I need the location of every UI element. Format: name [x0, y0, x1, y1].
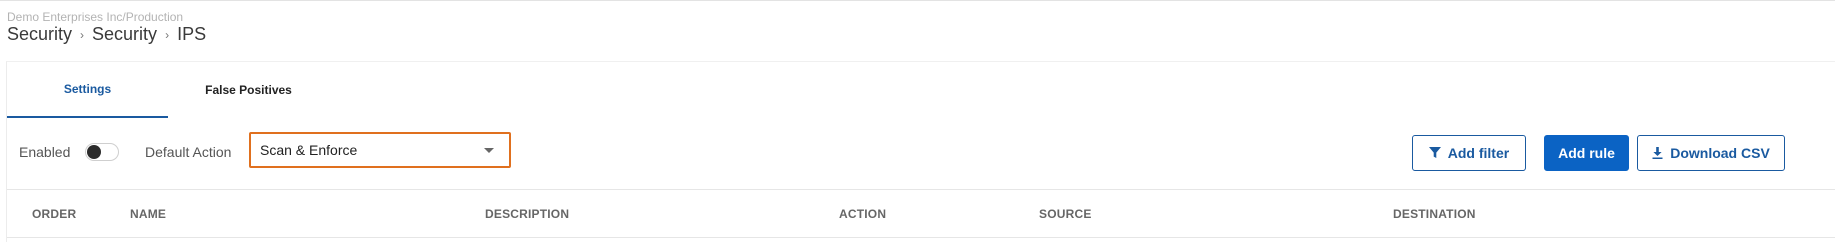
breadcrumb-item-ips: IPS — [177, 24, 207, 44]
breadcrumb-item-security[interactable]: Security — [7, 24, 72, 45]
tab-false-positives[interactable]: False Positives — [168, 62, 329, 118]
ips-panel: Settings False Positives Enabled Default… — [6, 61, 1835, 242]
download-icon — [1652, 147, 1663, 159]
top-divider — [0, 0, 1835, 1]
chevron-right-icon: › — [165, 27, 170, 42]
column-header-action[interactable]: ACTION — [839, 207, 886, 221]
breadcrumb: Security › Security › IPS — [7, 24, 206, 45]
filter-icon — [1428, 147, 1441, 159]
add-filter-button[interactable]: Add filter — [1412, 135, 1526, 171]
default-action-select[interactable]: Scan & Enforce — [249, 132, 511, 168]
download-csv-button[interactable]: Download CSV — [1637, 135, 1785, 171]
tab-settings[interactable]: Settings — [7, 62, 168, 118]
breadcrumb-item-security-sub[interactable]: Security — [92, 24, 157, 45]
column-header-description[interactable]: DESCRIPTION — [485, 207, 569, 221]
org-path: Demo Enterprises Inc/Production — [7, 10, 184, 24]
add-filter-label: Add filter — [1447, 145, 1510, 161]
tab-bar: Settings False Positives — [7, 62, 329, 118]
download-csv-label: Download CSV — [1670, 145, 1770, 161]
caret-down-icon — [484, 147, 494, 153]
column-header-source[interactable]: SOURCE — [1039, 207, 1092, 221]
enabled-toggle[interactable] — [85, 143, 119, 161]
rules-table-header: ORDER NAME DESCRIPTION ACTION SOURCE DES… — [7, 189, 1835, 238]
default-action-label: Default Action — [145, 144, 232, 160]
chevron-right-icon: › — [80, 27, 85, 42]
default-action-value: Scan & Enforce — [260, 142, 358, 158]
toggle-knob — [87, 145, 101, 159]
column-header-destination[interactable]: DESTINATION — [1393, 207, 1476, 221]
column-header-name[interactable]: NAME — [130, 207, 166, 221]
column-header-order[interactable]: ORDER — [32, 207, 76, 221]
add-rule-button[interactable]: Add rule — [1544, 135, 1629, 171]
enabled-label: Enabled — [19, 144, 71, 160]
